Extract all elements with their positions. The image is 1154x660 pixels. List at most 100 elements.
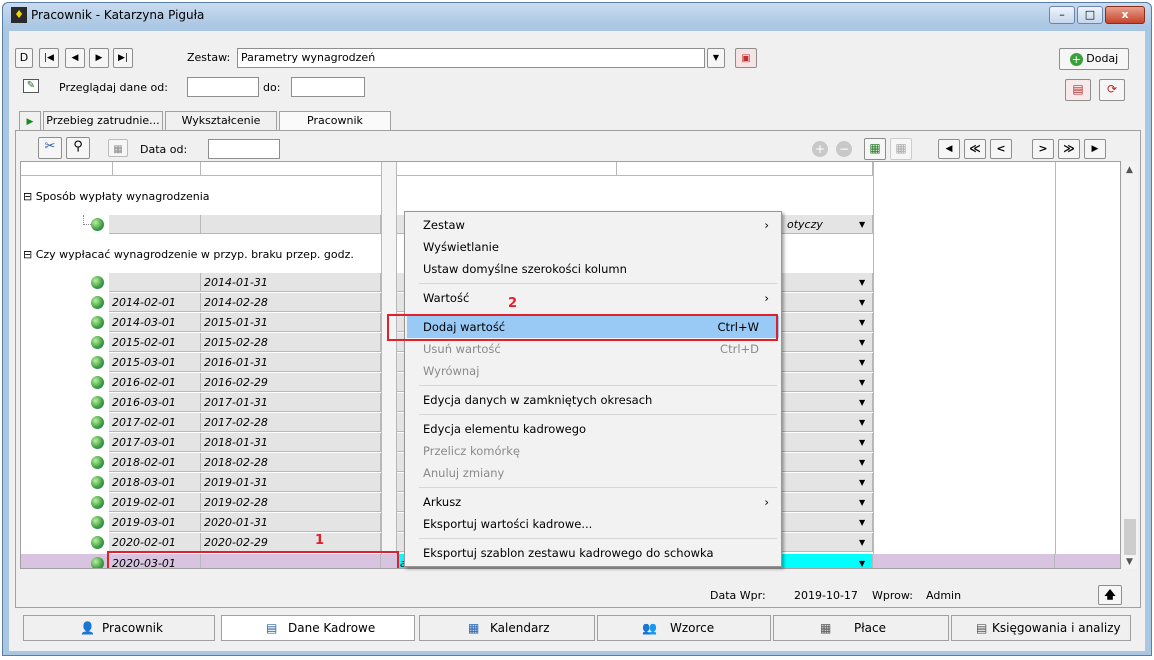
tab-przebieg[interactable]: Przebieg zatrudnie... xyxy=(43,111,163,130)
bottom-tab-place[interactable]: ▦ Płace xyxy=(773,615,949,641)
menu-item-edycja-zamknietych[interactable]: Edycja danych w zamkniętych okresach xyxy=(407,389,779,411)
menu-item-wyrownaj[interactable]: Wyrównaj xyxy=(407,360,779,382)
from-cell[interactable]: 2018-03-01 xyxy=(109,473,201,492)
chevron-down-icon[interactable]: ▼ xyxy=(859,220,865,229)
menu-item-edycja-elementu[interactable]: Edycja elementu kadrowego xyxy=(407,418,779,440)
chevron-down-icon[interactable]: ▼ xyxy=(859,538,865,547)
to-cell[interactable]: 2014-02-28 xyxy=(201,293,381,312)
tab-wyksztalcenie[interactable]: Wykształcenie xyxy=(165,111,277,130)
add-button[interactable]: + Dodaj xyxy=(1059,48,1129,70)
report-button[interactable]: ▤ xyxy=(1065,79,1091,101)
chevron-down-icon[interactable]: ▼ xyxy=(859,338,865,347)
grid-nav-back[interactable]: < xyxy=(990,139,1012,159)
to-cell[interactable]: 2016-02-29 xyxy=(201,373,381,392)
nav-last-button[interactable]: ▶| xyxy=(113,48,133,68)
nav-prev-button[interactable]: ◀ xyxy=(65,48,85,68)
close-button[interactable]: x xyxy=(1105,6,1145,24)
maximize-button[interactable]: □ xyxy=(1077,6,1103,24)
from-cell[interactable]: 2014-02-01 xyxy=(109,293,201,312)
bottom-tab-ksiegowania[interactable]: ▤ Księgowania i analizy xyxy=(951,615,1131,641)
chevron-down-icon[interactable]: ▼ xyxy=(859,418,865,427)
chevron-down-icon[interactable]: ▼ xyxy=(859,298,865,307)
chevron-down-icon[interactable]: ▼ xyxy=(859,518,865,527)
scroll-up-icon[interactable]: ▲ xyxy=(1126,165,1133,175)
minimize-button[interactable]: – xyxy=(1049,6,1075,24)
from-cell[interactable]: 2014-03-01 xyxy=(109,313,201,332)
menu-item-zestaw[interactable]: Zestaw › xyxy=(407,214,779,236)
menu-item-wyswietlanie[interactable]: Wyświetlanie xyxy=(407,236,779,258)
grid-nav-fast-back[interactable]: ≪ xyxy=(964,139,986,159)
from-cell[interactable] xyxy=(109,215,201,234)
grid-nav-last[interactable]: ▶ xyxy=(1084,139,1106,159)
chevron-down-icon[interactable]: ▼ xyxy=(859,458,865,467)
sheet-remove-button[interactable]: ▦ xyxy=(890,138,912,160)
from-cell[interactable]: 2016-02-01 xyxy=(109,373,201,392)
refresh-button[interactable]: ⟳ xyxy=(1099,79,1125,101)
menu-item-eksportuj-szablon[interactable]: Eksportuj szablon zestawu kadrowego do s… xyxy=(407,542,779,564)
chevron-down-icon[interactable]: ▼ xyxy=(859,559,865,568)
bottom-tab-pracownik[interactable]: 👤 Pracownik xyxy=(23,615,215,641)
chevron-down-icon[interactable]: ▼ xyxy=(859,438,865,447)
scroll-thumb[interactable] xyxy=(1124,519,1136,555)
from-cell[interactable]: 2017-02-01 xyxy=(109,413,201,432)
chevron-down-icon[interactable]: ▼ xyxy=(859,318,865,327)
add-row-icon[interactable]: + xyxy=(812,141,828,157)
chevron-down-icon[interactable]: ▼ xyxy=(859,398,865,407)
from-cell[interactable]: 2020-02-01 xyxy=(109,533,201,552)
to-cell[interactable]: 2016-01-31 xyxy=(201,353,381,372)
to-cell[interactable]: 2017-02-28 xyxy=(201,413,381,432)
from-cell[interactable]: 2019-03-01 xyxy=(109,513,201,532)
bottom-tab-dane-kadrowe[interactable]: ▤ Dane Kadrowe xyxy=(221,615,415,641)
grid-nav-forward[interactable]: > xyxy=(1032,139,1054,159)
chevron-down-icon[interactable]: ▼ xyxy=(859,358,865,367)
chevron-down-icon[interactable]: ▼ xyxy=(859,278,865,287)
collapse-icon[interactable]: ⊟ xyxy=(23,248,32,261)
menu-item-anuluj[interactable]: Anuluj zmiany xyxy=(407,462,779,484)
to-cell[interactable]: 2017-01-31 xyxy=(201,393,381,412)
grid-nav-fast-forward[interactable]: ≫ xyxy=(1058,139,1080,159)
group-header-2[interactable]: ⊟ Czy wypłacać wynagrodzenie w przyp. br… xyxy=(23,248,354,261)
date-to-input[interactable] xyxy=(291,77,365,97)
to-cell[interactable]: 2015-01-31 xyxy=(201,313,381,332)
date-from-input[interactable] xyxy=(187,77,259,97)
vertical-scrollbar[interactable]: ▲ ▼ xyxy=(1122,161,1138,569)
collapse-icon[interactable]: ⊟ xyxy=(23,190,32,203)
scroll-down-icon[interactable]: ▼ xyxy=(1126,557,1133,567)
tools-button[interactable]: ✂ xyxy=(38,137,62,159)
calendar-button[interactable]: ▦ xyxy=(108,139,128,157)
search-button[interactable]: ⚲ xyxy=(66,137,90,159)
remove-row-icon[interactable]: − xyxy=(836,141,852,157)
to-cell[interactable]: 2018-02-28 xyxy=(201,453,381,472)
nav-button-d[interactable]: D xyxy=(15,48,33,68)
sheet-add-button[interactable]: ▦ xyxy=(864,138,886,160)
from-cell[interactable]: 2015-03-01 xyxy=(109,353,201,372)
to-cell[interactable] xyxy=(201,215,381,234)
to-cell[interactable]: 2018-01-31 xyxy=(201,433,381,452)
menu-item-przelicz[interactable]: Przelicz komórkę xyxy=(407,440,779,462)
group-header-1[interactable]: ⊟ Sposób wypłaty wynagrodzenia xyxy=(23,190,210,203)
menu-item-wartosc[interactable]: Wartość › xyxy=(407,287,779,309)
to-cell[interactable]: 2020-01-31 xyxy=(201,513,381,532)
title-bar[interactable]: ♦ Pracownik - Katarzyna Piguła – □ x xyxy=(3,3,1151,27)
from-cell[interactable]: 2019-02-01 xyxy=(109,493,201,512)
menu-item-usun-wartosc[interactable]: Usuń wartość Ctrl+D xyxy=(407,338,779,360)
zestaw-select[interactable]: Parametry wynagrodzeń xyxy=(237,48,705,68)
data-od-input[interactable] xyxy=(208,139,280,159)
from-cell[interactable]: 2018-02-01 xyxy=(109,453,201,472)
menu-item-eksportuj-wartosci[interactable]: Eksportuj wartości kadrowe... xyxy=(407,513,779,535)
bottom-tab-wzorce[interactable]: 👥 Wzorce xyxy=(597,615,771,641)
chevron-down-icon[interactable]: ▼ xyxy=(859,498,865,507)
to-cell[interactable]: 2015-02-28 xyxy=(201,333,381,352)
to-cell[interactable]: 2020-02-29 xyxy=(201,533,381,552)
tab-pracownik[interactable]: Pracownik xyxy=(279,111,391,130)
tabs-scroll-button[interactable]: ▶ xyxy=(19,111,41,130)
menu-item-ustaw-szerokosci[interactable]: Ustaw domyślne szerokości kolumn xyxy=(407,258,779,280)
grid-nav-first[interactable]: ◀ xyxy=(938,139,960,159)
zestaw-dropdown-button[interactable]: ▼ xyxy=(707,48,725,68)
from-cell[interactable]: 2016-03-01 xyxy=(109,393,201,412)
chevron-down-icon[interactable]: ▼ xyxy=(859,378,865,387)
menu-item-arkusz[interactable]: Arkusz › xyxy=(407,491,779,513)
nav-next-button[interactable]: ▶ xyxy=(89,48,109,68)
from-cell[interactable]: 2015-02-01 xyxy=(109,333,201,352)
nav-first-button[interactable]: |◀ xyxy=(39,48,59,68)
